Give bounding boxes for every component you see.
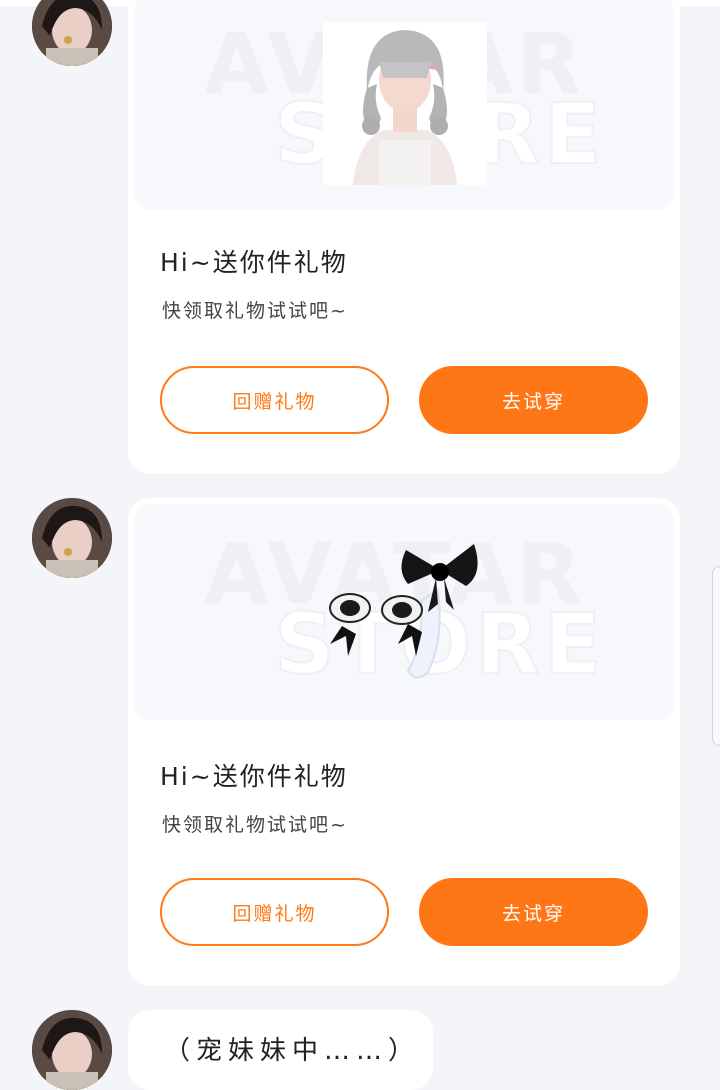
text-message-bubble[interactable]: （宠妹妹中……） [128, 1010, 433, 1090]
avatar-photo [32, 1010, 112, 1090]
side-drawer-handle[interactable] [712, 566, 720, 746]
message-title: Hi~送你件礼物 [160, 762, 348, 791]
avatar-photo [32, 498, 112, 578]
sender-avatar[interactable] [32, 498, 112, 578]
gift-preview[interactable]: AVATAR STORE [134, 0, 674, 210]
bow-ears-tail-icon [324, 540, 484, 690]
message-subtitle: 快领取礼物试试吧~ [162, 814, 348, 836]
sender-avatar[interactable] [32, 1010, 112, 1090]
gift-preview[interactable]: AVATAR STORE [134, 504, 674, 720]
return-gift-button[interactable]: 回赠礼物 [160, 878, 389, 946]
try-on-button[interactable]: 去试穿 [419, 366, 648, 434]
message-title: Hi~送你件礼物 [160, 248, 348, 277]
message-subtitle: 快领取礼物试试吧~ [162, 300, 348, 322]
gift-message-card: AVATAR STORE Hi~送你件礼物 快领取礼物试试吧~ 回赠礼物 去试穿 [128, 0, 680, 474]
sender-avatar[interactable] [32, 0, 112, 66]
message-text: （宠妹妹中……） [164, 1036, 421, 1066]
avatar-photo [32, 0, 112, 66]
return-gift-button[interactable]: 回赠礼物 [160, 366, 389, 434]
try-on-button[interactable]: 去试穿 [419, 878, 648, 946]
gift-message-card: AVATAR STORE Hi~送你件礼物 快领取礼物试试吧~ 回赠礼物 去试穿 [128, 498, 680, 986]
silver-hair-avatar-icon [323, 22, 487, 185]
